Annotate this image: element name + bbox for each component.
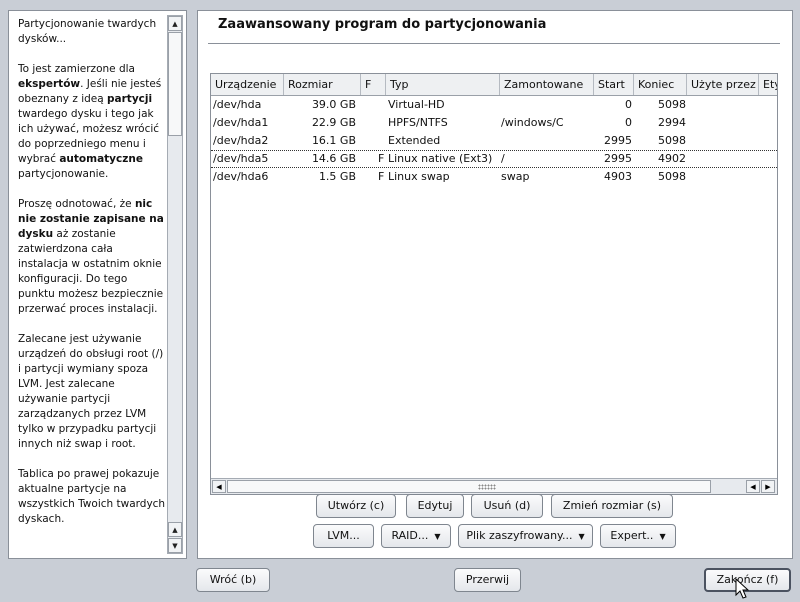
table-cell-start: 0: [625, 98, 632, 111]
col-header-label[interactable]: Ety: [759, 74, 777, 95]
help-text-run: partycjonowanie.: [18, 168, 109, 180]
mouse-cursor-icon: [735, 578, 749, 599]
table-cell-size: 1.5 GB: [318, 170, 356, 183]
table-cell-start: 2995: [604, 134, 632, 147]
expert-button-label: Expert..: [610, 529, 654, 542]
table-cell-start: 0: [625, 116, 632, 129]
title-divider: [208, 43, 780, 44]
table-cell-f: F: [378, 152, 385, 165]
table-cell-size: 14.6 GB: [311, 152, 356, 165]
help-paragraph: Zalecane jest używanie urządzeń do obsłu…: [18, 332, 166, 452]
table-cell-f: F: [378, 170, 385, 183]
raid-button-label: RAID...: [391, 529, 429, 542]
partition-table[interactable]: Urządzenie Rozmiar F Typ Zamontowane Sta…: [210, 73, 778, 495]
table-hscrollbar[interactable]: ◀ ◀ ▶: [211, 478, 777, 494]
help-scroll-thumb[interactable]: [168, 32, 182, 136]
table-cell-type: HPFS/NTFS: [388, 116, 448, 129]
col-header-format[interactable]: F: [361, 74, 386, 95]
delete-button[interactable]: Usuń (d): [471, 494, 543, 518]
table-cell-device: /dev/hda5: [213, 152, 269, 165]
help-paragraph: To jest zamierzone dla ekspertów. Jeśli …: [18, 62, 166, 182]
help-text-run: aż zostanie zatwierdzona cała instalacja…: [18, 228, 164, 315]
expert-button[interactable]: Expert.. ▼: [600, 524, 676, 548]
abort-button[interactable]: Przerwij: [454, 568, 521, 592]
table-cell-mount: /windows/C: [501, 116, 564, 129]
table-cell-mount: swap: [501, 170, 530, 183]
raid-button[interactable]: RAID... ▼: [381, 524, 451, 548]
help-text: Partycjonowanie twardych dysków... To jes…: [18, 17, 166, 542]
table-cell-type: Linux native (Ext3): [388, 152, 493, 165]
table-cell-size: 22.9 GB: [311, 116, 356, 129]
col-header-end[interactable]: Koniec: [634, 74, 687, 95]
help-text-run: partycji: [107, 93, 153, 105]
help-text-run: automatyczne: [59, 153, 143, 165]
help-text-run: ekspertów: [18, 78, 81, 90]
table-cell-device: /dev/hda2: [213, 134, 269, 147]
help-panel: Partycjonowanie twardych dysków... To jes…: [8, 10, 187, 559]
table-row[interactable]: /dev/hda1 22.9 GB HPFS/NTFS/windows/C 0 2994: [211, 114, 777, 132]
table-cell-type: Linux swap: [388, 170, 450, 183]
scroll-right-arrow-icon[interactable]: ▶: [761, 480, 775, 493]
table-row[interactable]: /dev/hda5 14.6 GB F Linux native (Ext3) / 299…: [211, 150, 777, 168]
table-cell-mount: /: [501, 152, 505, 165]
chevron-down-icon: ▼: [578, 532, 585, 541]
help-text-run: Partycjonowanie twardych dysków...: [18, 18, 157, 45]
table-hscroll-thumb[interactable]: [227, 480, 711, 493]
table-cell-type: Extended: [388, 134, 441, 147]
scroll-left-arrow-icon[interactable]: ◀: [212, 480, 226, 493]
help-paragraph: Proszę odnotować, że nic nie zostanie za…: [18, 197, 166, 317]
table-cell-type: Virtual-HD: [388, 98, 445, 111]
help-paragraph: Tablica po prawej pokazuje aktualne part…: [18, 467, 166, 527]
create-button[interactable]: Utwórz (c): [316, 494, 396, 518]
help-text-run: To jest zamierzone dla: [18, 63, 135, 75]
scroll-up-arrow-icon[interactable]: ▲: [168, 16, 182, 31]
table-cell-end: 4902: [658, 152, 686, 165]
encrypted-file-button[interactable]: Plik zaszyfrowany... ▼: [458, 524, 593, 548]
help-scrollbar[interactable]: ▲ ▲ ▼: [167, 15, 183, 554]
grip-icon: [478, 484, 496, 490]
partitioner-panel: Zaawansowany program do partycjonowania …: [197, 10, 793, 559]
scroll-up-arrow-icon-bottom[interactable]: ▲: [168, 522, 182, 537]
table-row[interactable]: /dev/hda 39.0 GB Virtual-HD 0 5098: [211, 96, 777, 114]
table-row[interactable]: /dev/hda2 16.1 GB Extended 2995 5098: [211, 132, 777, 150]
scroll-down-arrow-icon[interactable]: ▼: [168, 538, 182, 553]
resize-button[interactable]: Zmień rozmiar (s): [551, 494, 673, 518]
help-text-run: Proszę odnotować, że: [18, 198, 135, 210]
back-button[interactable]: Wróć (b): [196, 568, 270, 592]
table-cell-size: 39.0 GB: [311, 98, 356, 111]
chevron-down-icon: ▼: [434, 532, 441, 541]
table-cell-end: 5098: [658, 98, 686, 111]
table-cell-device: /dev/hda: [213, 98, 262, 111]
col-header-mount[interactable]: Zamontowane: [500, 74, 594, 95]
table-cell-start: 4903: [604, 170, 632, 183]
scroll-left-arrow-icon-right[interactable]: ◀: [746, 480, 760, 493]
table-cell-end: 5098: [658, 134, 686, 147]
help-text-run: Zalecane jest używanie urządzeń do obsłu…: [18, 333, 164, 450]
table-cell-device: /dev/hda1: [213, 116, 269, 129]
table-cell-end: 2994: [658, 116, 686, 129]
col-header-used-by[interactable]: Użyte przez: [687, 74, 759, 95]
table-header: Urządzenie Rozmiar F Typ Zamontowane Sta…: [211, 74, 777, 96]
col-header-start[interactable]: Start: [594, 74, 634, 95]
help-paragraph: Partycjonowanie twardych dysków...: [18, 17, 166, 47]
col-header-size[interactable]: Rozmiar: [284, 74, 361, 95]
lvm-button[interactable]: LVM...: [313, 524, 374, 548]
help-text-run: Tablica po prawej pokazuje aktualne part…: [18, 468, 166, 525]
edit-button[interactable]: Edytuj: [406, 494, 464, 518]
table-row[interactable]: /dev/hda6 1.5 GB F Linux swap swap 4903 5098: [211, 168, 777, 186]
table-cell-end: 5098: [658, 170, 686, 183]
table-cell-start: 2995: [604, 152, 632, 165]
col-header-device[interactable]: Urządzenie: [211, 74, 284, 95]
encrypted-file-button-label: Plik zaszyfrowany...: [466, 529, 573, 542]
col-header-type[interactable]: Typ: [386, 74, 500, 95]
table-cell-size: 16.1 GB: [311, 134, 356, 147]
table-cell-device: /dev/hda6: [213, 170, 269, 183]
chevron-down-icon: ▼: [659, 532, 666, 541]
page-title: Zaawansowany program do partycjonowania: [218, 17, 547, 32]
